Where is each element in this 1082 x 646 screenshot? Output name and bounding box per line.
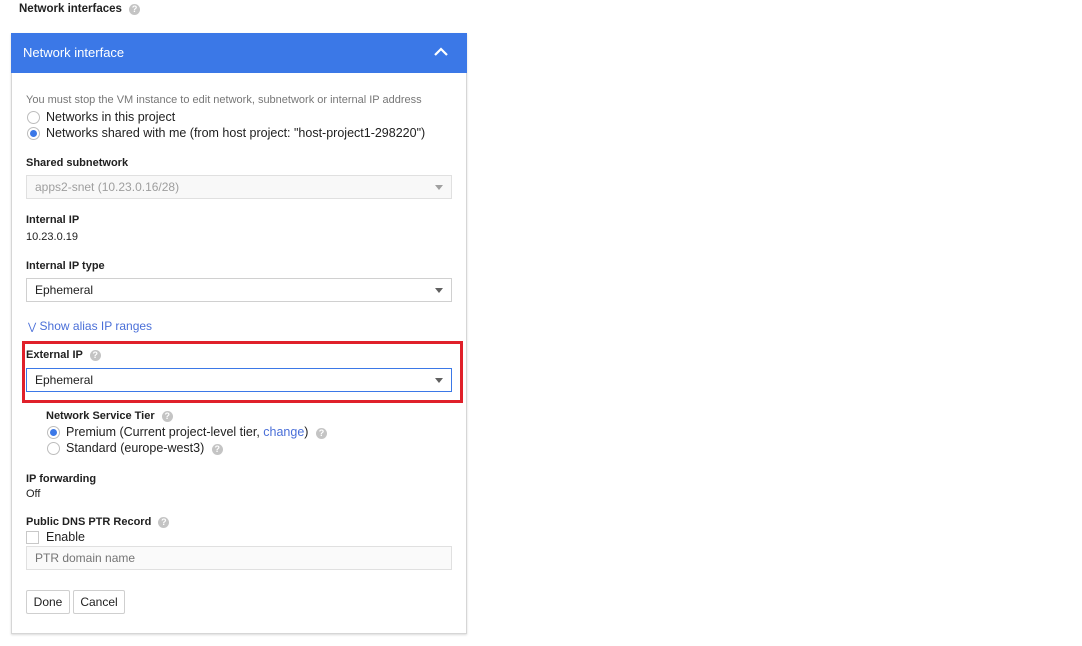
help-icon[interactable]: ? — [161, 411, 173, 422]
enable-checkbox[interactable] — [26, 531, 39, 544]
help-icon[interactable]: ? — [89, 350, 101, 361]
ptr-label: Public DNS PTR Record ? — [26, 516, 170, 528]
dropdown-caret-icon — [435, 288, 443, 293]
change-link[interactable]: change — [263, 425, 304, 439]
internal-ip-value: 10.23.0.19 — [26, 231, 78, 243]
show-alias-link[interactable]: ⋁ Show alias IP ranges — [28, 319, 152, 333]
shared-subnetwork-select: apps2-snet (10.23.0.16/28) — [26, 175, 452, 199]
dropdown-caret-icon — [435, 185, 443, 190]
radio-networks-shared[interactable] — [27, 127, 40, 140]
shared-subnetwork-label: Shared subnetwork — [26, 157, 129, 169]
external-ip-select[interactable]: Ephemeral — [26, 368, 452, 392]
radio-premium[interactable] — [47, 426, 60, 439]
external-ip-label: External IP ? — [26, 349, 101, 361]
dropdown-caret-icon — [435, 378, 443, 383]
panel-title: Network interface — [23, 45, 125, 60]
enable-label: Enable — [46, 530, 85, 544]
radio-label: Networks in this project — [46, 110, 176, 124]
radio-standard[interactable] — [47, 442, 60, 455]
radio-networks-in-project[interactable] — [27, 111, 40, 124]
ptr-domain-input[interactable] — [26, 546, 452, 570]
cancel-button[interactable]: Cancel — [73, 590, 125, 614]
notice-text: You must stop the VM instance to edit ne… — [26, 94, 422, 106]
radio-label: Networks shared with me (from host proje… — [46, 126, 426, 140]
panel-header[interactable]: Network interface — [11, 33, 467, 73]
help-icon[interactable]: ? — [315, 428, 327, 439]
internal-ip-type-select[interactable]: Ephemeral — [26, 278, 452, 302]
network-tier-label: Network Service Tier ? — [46, 410, 173, 422]
done-button[interactable]: Done — [26, 590, 70, 614]
internal-ip-type-label: Internal IP type — [26, 260, 105, 272]
internal-ip-label: Internal IP — [26, 214, 80, 226]
double-chevron-down-icon: ⋁ — [28, 322, 37, 333]
help-icon[interactable]: ? — [129, 4, 141, 15]
standard-label: Standard (europe-west3) ? — [66, 441, 223, 455]
ip-forwarding-value: Off — [26, 488, 41, 500]
ip-forwarding-label: IP forwarding — [26, 473, 97, 485]
chevron-up-icon[interactable] — [434, 47, 448, 57]
section-title: Network interfaces ? — [19, 3, 141, 15]
help-icon[interactable]: ? — [158, 517, 170, 528]
premium-label: Premium (Current project-level tier, cha… — [66, 425, 327, 439]
help-icon[interactable]: ? — [211, 444, 223, 455]
